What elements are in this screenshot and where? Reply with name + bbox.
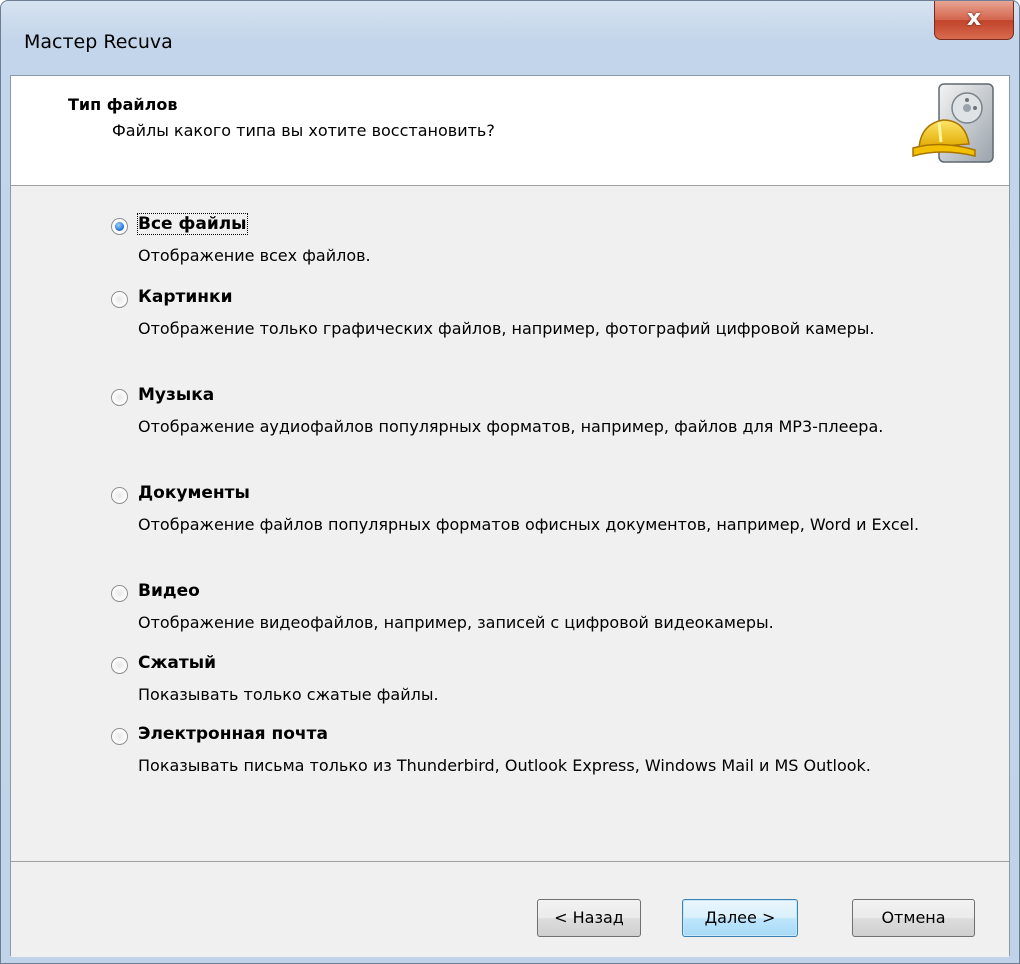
title-bar[interactable]: Мастер Recuva x <box>1 1 1019 75</box>
wizard-footer: < Назад Далее > Отмена <box>11 861 1009 957</box>
next-button[interactable]: Далее > <box>682 899 798 937</box>
option-label[interactable]: Сжатый <box>138 653 216 673</box>
radio-music[interactable] <box>111 389 128 406</box>
option-description: Отображение файлов популярных форматов о… <box>138 515 920 534</box>
wizard-header: Тип файлов Файлы какого типа вы хотите в… <box>11 76 1009 186</box>
file-type-options: Все файлы Отображение всех файлов. Карти… <box>11 186 1009 861</box>
option-label[interactable]: Документы <box>138 483 250 503</box>
option-label[interactable]: Картинки <box>138 287 233 307</box>
option-label[interactable]: Электронная почта <box>138 724 328 744</box>
radio-video[interactable] <box>111 585 128 602</box>
option-description: Показывать письма только из Thunderbird,… <box>138 756 871 775</box>
back-button[interactable]: < Назад <box>537 899 641 937</box>
radio-all-files[interactable] <box>111 218 128 235</box>
option-label[interactable]: Музыка <box>138 385 214 405</box>
option-label[interactable]: Видео <box>138 581 200 601</box>
option-description: Отображение аудиофайлов популярных форма… <box>138 417 884 436</box>
recuva-wizard-window: Мастер Recuva x Тип файлов Файлы какого … <box>0 0 1020 964</box>
radio-email[interactable] <box>111 728 128 745</box>
radio-pictures[interactable] <box>111 291 128 308</box>
radio-documents[interactable] <box>111 487 128 504</box>
close-button[interactable]: x <box>934 1 1014 40</box>
option-description: Отображение видеофайлов, например, запис… <box>138 613 774 632</box>
radio-compressed[interactable] <box>111 657 128 674</box>
cancel-button[interactable]: Отмена <box>852 899 975 937</box>
window-title: Мастер Recuva <box>24 31 173 53</box>
page-title: Тип файлов <box>68 95 178 114</box>
wizard-client-area: Тип файлов Файлы какого типа вы хотите в… <box>10 75 1010 957</box>
page-subtitle: Файлы какого типа вы хотите восстановить… <box>112 121 495 140</box>
option-description: Отображение только графических файлов, н… <box>138 319 875 338</box>
option-label[interactable]: Все файлы <box>137 213 248 235</box>
option-description: Показывать только сжатые файлы. <box>138 685 439 704</box>
option-description: Отображение всех файлов. <box>138 246 371 265</box>
hard-drive-hardhat-icon <box>912 83 994 163</box>
